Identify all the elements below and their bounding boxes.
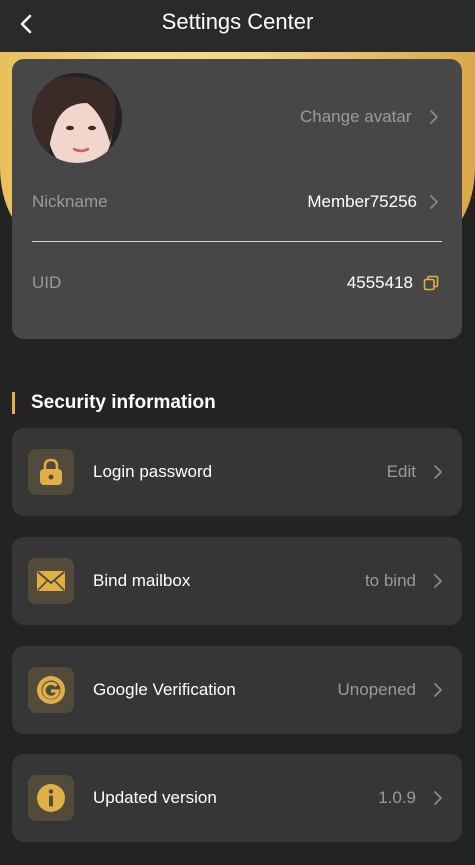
google-icon <box>28 667 74 713</box>
nickname-value[interactable]: Member75256 <box>307 192 417 212</box>
copy-icon[interactable] <box>423 275 439 291</box>
lock-icon <box>28 449 74 495</box>
avatar-portrait-icon <box>32 73 122 163</box>
avatar[interactable] <box>32 73 122 163</box>
list-item-login-password[interactable]: Login password Edit <box>12 428 462 516</box>
list-item-value: Edit <box>386 462 416 481</box>
page-title: Settings Center <box>161 9 314 34</box>
list-item-value: Unopened <box>337 680 416 699</box>
list-item-google-verification[interactable]: Google Verification Unopened <box>12 646 462 734</box>
change-avatar-chevron-icon[interactable] <box>428 109 440 125</box>
list-item-label: Updated version <box>93 788 217 807</box>
list-item-value: 1.0.9 <box>378 788 416 807</box>
uid-value: 4555418 <box>346 273 413 292</box>
profile-divider <box>32 241 442 242</box>
chevron-right-icon <box>434 791 442 805</box>
nickname-label: Nickname <box>32 192 108 211</box>
profile-card: Change avatar Nickname Member75256 UID 4… <box>12 59 462 339</box>
mail-icon <box>28 558 74 604</box>
top-bar: Settings Center <box>0 0 475 52</box>
uid-label: UID <box>32 273 62 292</box>
chevron-right-icon <box>434 683 442 697</box>
list-item-value: to bind <box>364 571 416 590</box>
change-avatar-link[interactable]: Change avatar <box>300 107 412 127</box>
list-item-updated-version[interactable]: Updated version 1.0.9 <box>12 754 462 842</box>
info-icon <box>28 775 74 821</box>
nickname-chevron-icon[interactable] <box>428 194 440 210</box>
chevron-right-icon <box>434 465 442 479</box>
list-item-label: Google Verification <box>93 680 236 699</box>
list-item-bind-mailbox[interactable]: Bind mailbox to bind <box>12 537 462 625</box>
chevron-right-icon <box>434 574 442 588</box>
list-item-label: Login password <box>93 462 213 481</box>
security-section-title: Security information <box>12 392 216 414</box>
list-item-label: Bind mailbox <box>93 571 191 590</box>
